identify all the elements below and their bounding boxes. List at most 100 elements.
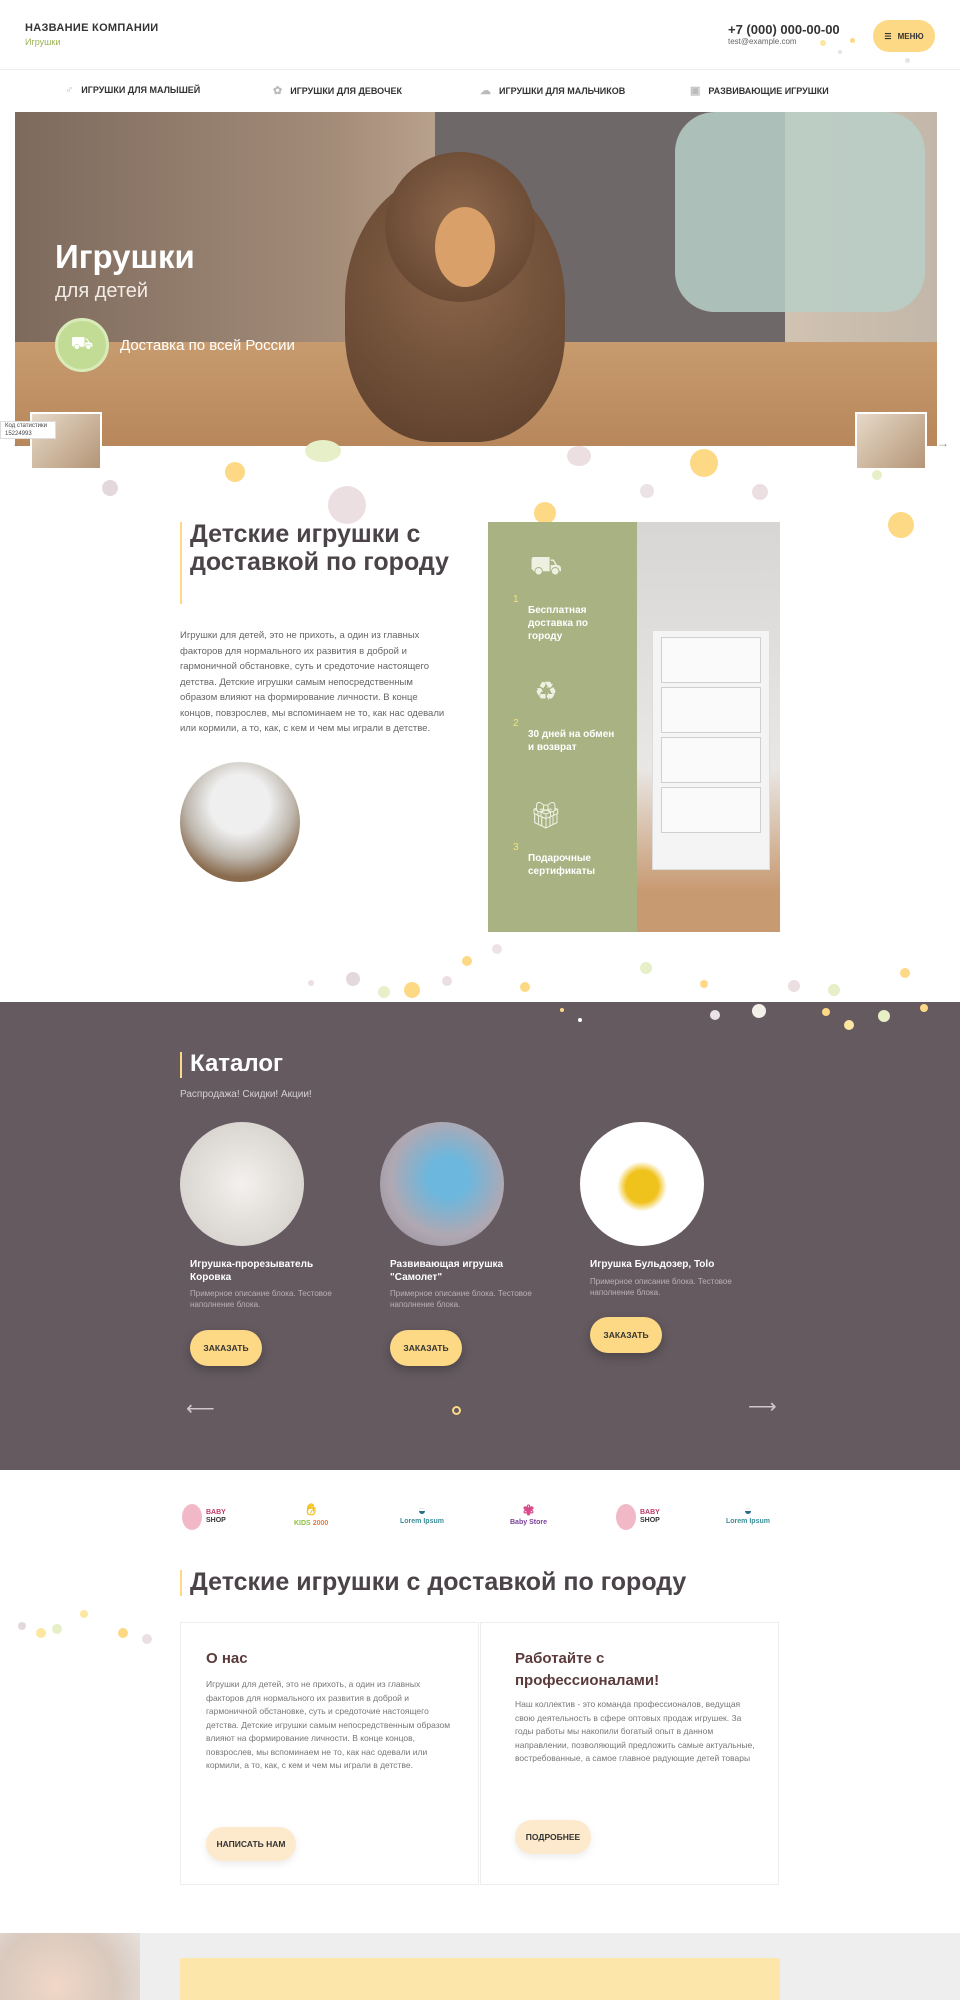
menu-button[interactable]: ☰ МЕНЮ: [873, 20, 935, 52]
write-us-button[interactable]: НАПИСАТЬ НАМ: [206, 1827, 296, 1861]
pro-card-text: Наш коллектив - это команда профессионал…: [515, 1699, 755, 1763]
slider-next-arrow[interactable]: →: [937, 436, 949, 450]
feature-number: 1: [513, 594, 519, 605]
logo-line: BABY: [640, 1509, 660, 1516]
hero-banner: [15, 112, 937, 446]
baby-shop-logo-icon: [182, 1504, 202, 1530]
carousel-dot[interactable]: [452, 1406, 461, 1415]
about-card-title: О нас: [206, 1650, 248, 1667]
hamburger-icon: ☰: [884, 31, 892, 41]
more-button[interactable]: ПОДРОБНЕЕ: [515, 1820, 591, 1854]
hero-title: Игрушки: [55, 238, 195, 275]
company-name[interactable]: НАЗВАНИЕ КОМПАНИИ: [25, 22, 159, 34]
nav-item-babies[interactable]: ♂ ИГРУШКИ ДЛЯ МАЛЫШЕЙ: [65, 84, 200, 96]
catalog-section: [0, 1002, 960, 1470]
catalog-next-arrow[interactable]: ⟶: [748, 1394, 777, 1419]
product-image-teether[interactable]: [180, 1122, 304, 1246]
truck-icon: ⛟: [529, 550, 563, 580]
product-name[interactable]: Развивающая игрушка "Самолет": [390, 1258, 520, 1284]
partner-logo[interactable]: ◒ Lorem Ipsum: [400, 1502, 444, 1532]
partner-logo[interactable]: BABY SHOP: [616, 1502, 660, 1532]
logo-line: Baby: [510, 1519, 528, 1526]
feature-text: Подарочные сертификаты: [528, 853, 596, 877]
whale-icon: ◒: [417, 1502, 427, 1518]
feature-number: 2: [513, 718, 519, 729]
feature-text: 30 дней на обмен и возврат: [528, 729, 615, 753]
accent-bar: [180, 1052, 182, 1078]
pro-card-title: Работайте с профессионалами!: [515, 1650, 660, 1689]
phone-number[interactable]: +7 (000) 000-00-00: [728, 22, 840, 37]
nav-item-label: ИГРУШКИ ДЛЯ МАЛЬЧИКОВ: [499, 85, 626, 96]
logo-line: Ipsum: [423, 1518, 444, 1525]
stats-tag: Код статистики 15224993: [0, 421, 56, 439]
nav-item-label: ИГРУШКИ ДЛЯ МАЛЫШЕЙ: [81, 85, 201, 95]
logo-line: SHOP: [640, 1517, 660, 1524]
company-subtitle: Игрушки: [25, 37, 61, 47]
about-title: Детские игрушки с доставкой по городу: [190, 520, 449, 576]
nav-item-label: РАЗВИВАЮЩИЕ ИГРУШКИ: [708, 85, 829, 96]
partner-logo[interactable]: ✾ Baby Store: [510, 1502, 547, 1532]
product-desc: Примерное описание блока. Тестовое напол…: [190, 1289, 332, 1309]
logo-line: Lorem: [726, 1518, 748, 1525]
truck-icon: ⛟: [55, 318, 109, 372]
nav-item-label: ИГРУШКИ ДЛЯ ДЕВОЧЕК: [290, 85, 402, 96]
logo-line: SHOP: [206, 1517, 226, 1524]
slider-thumb-next[interactable]: [855, 412, 927, 470]
hand-icon: ✋︎: [306, 1502, 316, 1519]
nav-item-boys[interactable]: ☁ ИГРУШКИ ДЛЯ МАЛЬЧИКОВ: [480, 84, 625, 97]
drawer: [661, 787, 761, 833]
product-name[interactable]: Игрушка Бульдозер, Tolo: [590, 1258, 720, 1271]
order-button[interactable]: ЗАКАЗАТЬ: [390, 1330, 462, 1366]
logo-line: KIDS: [294, 1520, 311, 1527]
bear-basket-photo: [180, 762, 300, 882]
baby-photo: [0, 1933, 140, 2000]
baby-shop-logo-icon: [616, 1504, 636, 1530]
email-link[interactable]: test@example.com: [728, 37, 797, 46]
recycle-icon: ♻: [534, 676, 558, 706]
rattle-icon: ♂: [65, 84, 74, 96]
catalog-subtitle: Распродажа! Скидки! Акции!: [180, 1089, 312, 1100]
blocks-icon: ▣: [690, 85, 701, 97]
bottom-yellow-panel: [180, 1958, 780, 2000]
category-nav: ♂ ИГРУШКИ ДЛЯ МАЛЫШЕЙ ✿ ИГРУШКИ ДЛЯ ДЕВО…: [0, 70, 960, 112]
catalog-prev-arrow[interactable]: ⟵: [186, 1396, 215, 1421]
product-desc: Примерное описание блока. Тестовое напол…: [590, 1277, 732, 1297]
order-button[interactable]: ЗАКАЗАТЬ: [590, 1317, 662, 1353]
about-card-text: Игрушки для детей, это не прихоть, а оди…: [206, 1679, 451, 1770]
logo-line: Store: [529, 1519, 547, 1526]
accent-bar: [180, 1570, 182, 1596]
car-icon: ☁: [480, 85, 491, 97]
drawer: [661, 737, 761, 783]
logo-line: Ipsum: [749, 1518, 770, 1525]
drawer: [661, 637, 761, 683]
hero-chair: [675, 112, 925, 312]
product-image-bulldozer[interactable]: [580, 1122, 704, 1246]
partner-logo[interactable]: ◒ Lorem Ipsum: [726, 1502, 770, 1532]
butterfly-icon: ✾: [522, 1502, 535, 1518]
order-button[interactable]: ЗАКАЗАТЬ: [190, 1330, 262, 1366]
product-image-plane[interactable]: [380, 1122, 504, 1246]
flower-icon: ✿: [273, 85, 283, 97]
drawer: [661, 687, 761, 733]
hero-delivery-text: Доставка по всей России: [120, 337, 295, 354]
nav-item-girls[interactable]: ✿ ИГРУШКИ ДЛЯ ДЕВОЧЕК: [273, 84, 402, 97]
about-text: Игрушки для детей, это не прихоть, а оди…: [180, 630, 445, 734]
logo-line: 2000: [312, 1520, 329, 1527]
logo-line: Lorem: [400, 1518, 422, 1525]
menu-button-label: МЕНЮ: [897, 31, 924, 41]
teddy-bear-snout: [435, 207, 495, 287]
info-title: Детские игрушки с доставкой по городу: [190, 1568, 687, 1596]
feature-text: Бесплатная доставка по городу: [528, 605, 588, 642]
whale-icon: ◒: [743, 1502, 753, 1518]
product-desc: Примерное описание блока. Тестовое напол…: [390, 1289, 532, 1309]
accent-bar: [180, 522, 182, 604]
dresser-image: [652, 630, 770, 870]
nav-item-educational[interactable]: ▣ РАЗВИВАЮЩИЕ ИГРУШКИ: [690, 84, 829, 97]
feature-number: 3: [513, 842, 519, 853]
gift-icon: 🎁︎: [529, 800, 563, 830]
product-name[interactable]: Игрушка-прорезыватель Коровка: [190, 1258, 320, 1284]
partner-logo[interactable]: BABY SHOP: [182, 1502, 226, 1532]
catalog-title: Каталог: [190, 1050, 283, 1077]
partner-logo[interactable]: ✋︎ KIDS 2000: [294, 1502, 328, 1532]
hero-subtitle: для детей: [55, 280, 149, 302]
